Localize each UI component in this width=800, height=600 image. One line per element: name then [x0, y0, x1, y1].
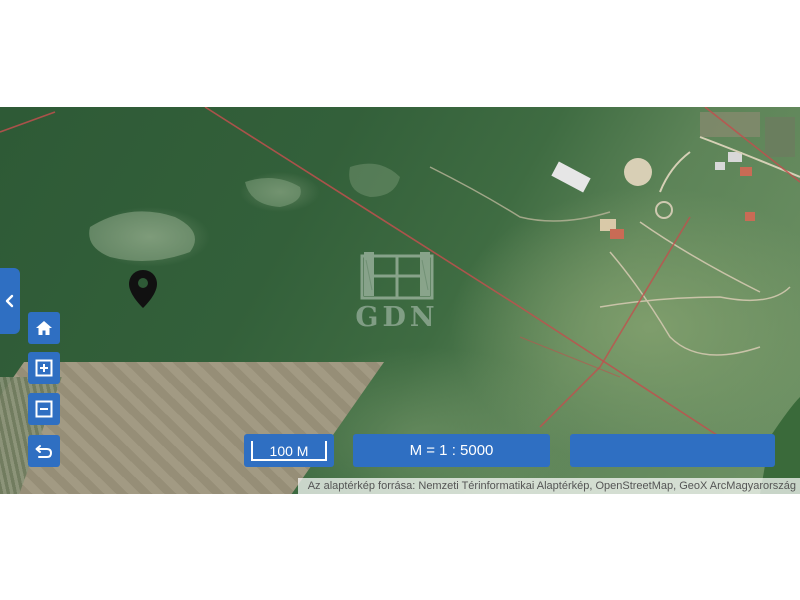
- map-canvas[interactable]: GDN 100 M M = 1: 5000 Az alaptérkép for…: [0, 107, 800, 494]
- chevron-left-icon: [5, 294, 14, 308]
- scale-bar-label: 100 M: [251, 440, 327, 461]
- watermark-text: GDN: [355, 302, 439, 333]
- scale-bar: 100 M: [244, 434, 334, 467]
- home-icon: [36, 321, 52, 335]
- map-pin-icon[interactable]: [128, 269, 158, 314]
- watermark: GDN: [332, 250, 462, 340]
- scale-ratio-button[interactable]: M = 1 : 5000: [353, 434, 550, 467]
- zoom-in-button[interactable]: [28, 352, 60, 384]
- zoom-out-icon: [35, 400, 53, 418]
- scale-ratio-label: M = 1 : 5000: [409, 442, 494, 459]
- home-button[interactable]: [28, 312, 60, 344]
- zoom-out-button[interactable]: [28, 393, 60, 425]
- building: [551, 161, 591, 193]
- zoom-in-icon: [35, 359, 53, 377]
- undo-arrow-icon: [35, 445, 53, 458]
- map-attribution: Az alaptérkép forrása: Nemzeti Térinform…: [297, 478, 800, 494]
- back-button[interactable]: [28, 435, 60, 467]
- panel-toggle-button[interactable]: [0, 268, 20, 334]
- status-bar[interactable]: [570, 434, 775, 467]
- window-logo-icon: [360, 252, 434, 300]
